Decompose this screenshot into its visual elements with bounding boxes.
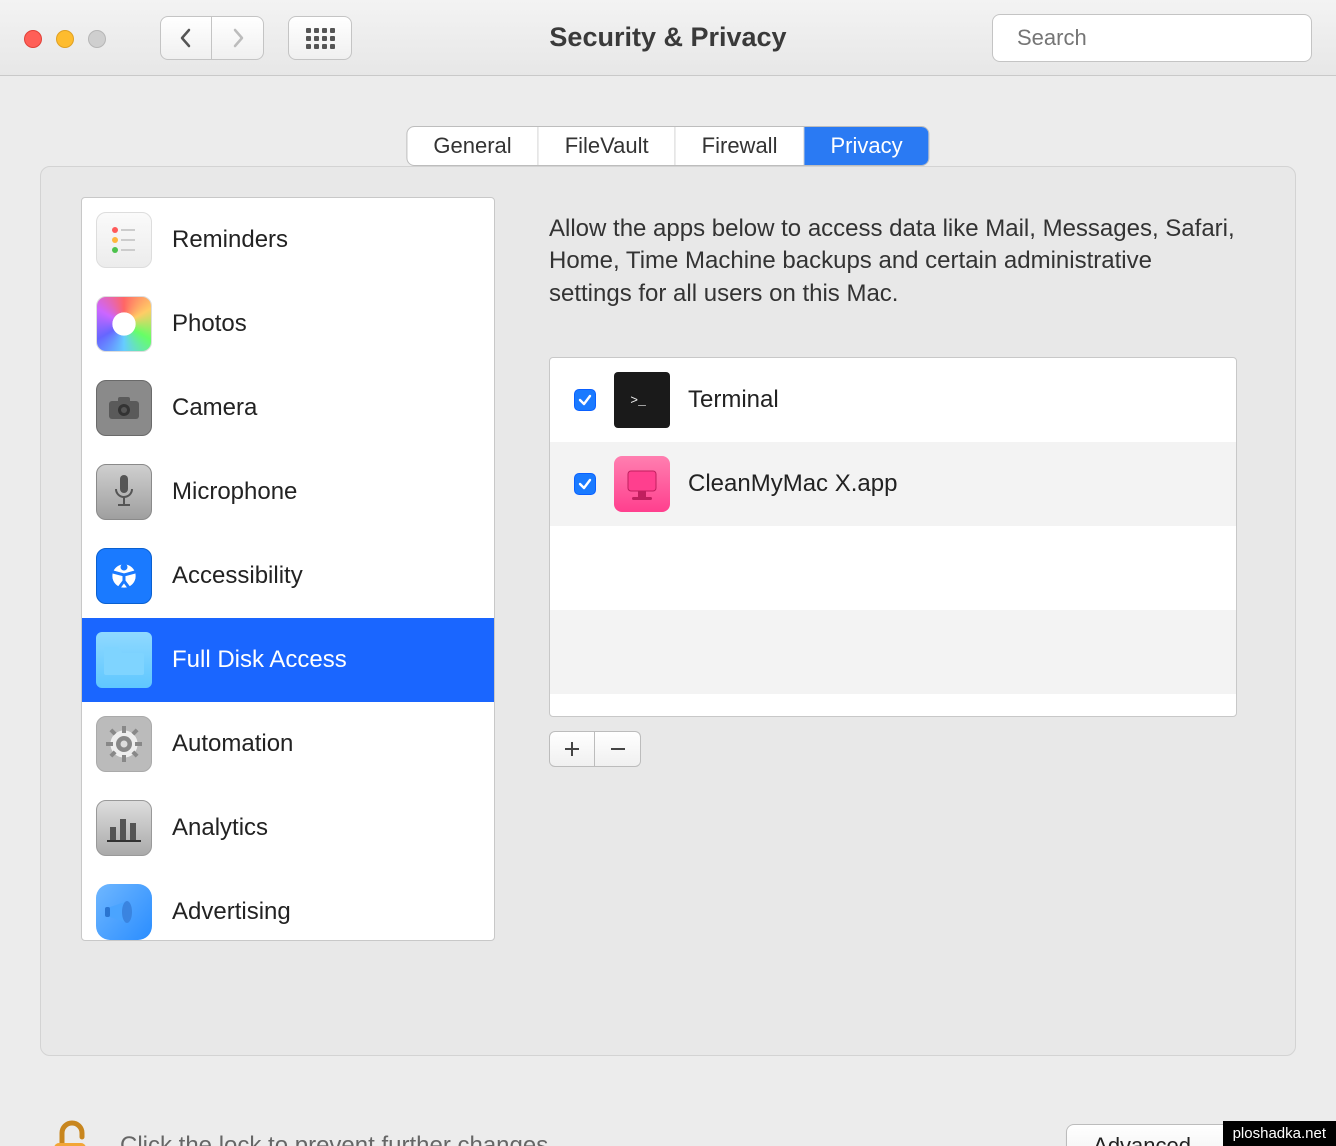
tab-general[interactable]: General bbox=[407, 127, 538, 165]
app-row-empty bbox=[550, 610, 1236, 694]
minus-icon bbox=[610, 741, 626, 757]
megaphone-icon bbox=[96, 884, 152, 940]
check-icon bbox=[578, 393, 592, 407]
reminders-icon bbox=[96, 212, 152, 268]
privacy-category-list[interactable]: Reminders Photos Camera Microphone bbox=[81, 197, 495, 941]
app-row-empty bbox=[550, 526, 1236, 610]
app-row[interactable]: CleanMyMac X.app bbox=[550, 442, 1236, 526]
sidebar-item-label: Advertising bbox=[172, 898, 291, 926]
accessibility-icon bbox=[96, 548, 152, 604]
app-row[interactable]: >_ Terminal bbox=[550, 358, 1236, 442]
sidebar-item-label: Microphone bbox=[172, 478, 297, 506]
sidebar-item-analytics[interactable]: Analytics bbox=[82, 786, 494, 870]
app-checkbox[interactable] bbox=[574, 389, 596, 411]
tab-firewall[interactable]: Firewall bbox=[676, 127, 805, 165]
watermark: ploshadka.net bbox=[1223, 1121, 1336, 1146]
sidebar-item-label: Reminders bbox=[172, 226, 288, 254]
sidebar-item-label: Camera bbox=[172, 394, 257, 422]
sidebar-item-reminders[interactable]: Reminders bbox=[82, 198, 494, 282]
sidebar-item-label: Full Disk Access bbox=[172, 646, 347, 674]
unlocked-padlock-icon bbox=[46, 1119, 94, 1146]
microphone-icon bbox=[96, 464, 152, 520]
lock-hint-text: Click the lock to prevent further change… bbox=[120, 1132, 555, 1146]
app-name: CleanMyMac X.app bbox=[688, 470, 897, 498]
preferences-panel: Reminders Photos Camera Microphone bbox=[40, 166, 1296, 1056]
sidebar-item-accessibility[interactable]: Accessibility bbox=[82, 534, 494, 618]
sidebar-item-full-disk-access[interactable]: Full Disk Access bbox=[82, 618, 494, 702]
search-field[interactable] bbox=[992, 14, 1312, 62]
category-description: Allow the apps below to access data like… bbox=[549, 213, 1237, 310]
sidebar-item-label: Automation bbox=[172, 730, 293, 758]
sidebar-item-automation[interactable]: Automation bbox=[82, 702, 494, 786]
sidebar-item-microphone[interactable]: Microphone bbox=[82, 450, 494, 534]
app-access-list[interactable]: >_ Terminal CleanMyMac X.app bbox=[549, 357, 1237, 717]
gear-icon bbox=[96, 716, 152, 772]
tab-bar: General FileVault Firewall Privacy bbox=[406, 126, 929, 166]
sidebar-item-photos[interactable]: Photos bbox=[82, 282, 494, 366]
terminal-icon: >_ bbox=[614, 372, 670, 428]
sidebar-item-label: Accessibility bbox=[172, 562, 303, 590]
search-input[interactable] bbox=[1015, 24, 1307, 52]
add-app-button[interactable] bbox=[549, 731, 595, 767]
add-remove-controls bbox=[549, 731, 641, 767]
check-icon bbox=[578, 477, 592, 491]
cleanmymac-icon bbox=[614, 456, 670, 512]
folder-icon bbox=[96, 632, 152, 688]
app-checkbox[interactable] bbox=[574, 473, 596, 495]
window-titlebar: Security & Privacy bbox=[0, 0, 1336, 76]
remove-app-button[interactable] bbox=[595, 731, 641, 767]
analytics-icon bbox=[96, 800, 152, 856]
sidebar-item-label: Analytics bbox=[172, 814, 268, 842]
plus-icon bbox=[564, 741, 580, 757]
sidebar-item-camera[interactable]: Camera bbox=[82, 366, 494, 450]
lock-button[interactable] bbox=[40, 1116, 100, 1146]
tab-filevault[interactable]: FileVault bbox=[539, 127, 676, 165]
photos-icon bbox=[96, 296, 152, 352]
footer-bar: Click the lock to prevent further change… bbox=[40, 1106, 1296, 1146]
sidebar-item-advertising[interactable]: Advertising bbox=[82, 870, 494, 941]
sidebar-item-label: Photos bbox=[172, 310, 247, 338]
advanced-button[interactable]: Advanced… bbox=[1066, 1124, 1240, 1146]
tab-privacy[interactable]: Privacy bbox=[804, 127, 928, 165]
app-name: Terminal bbox=[688, 386, 779, 414]
camera-icon bbox=[96, 380, 152, 436]
